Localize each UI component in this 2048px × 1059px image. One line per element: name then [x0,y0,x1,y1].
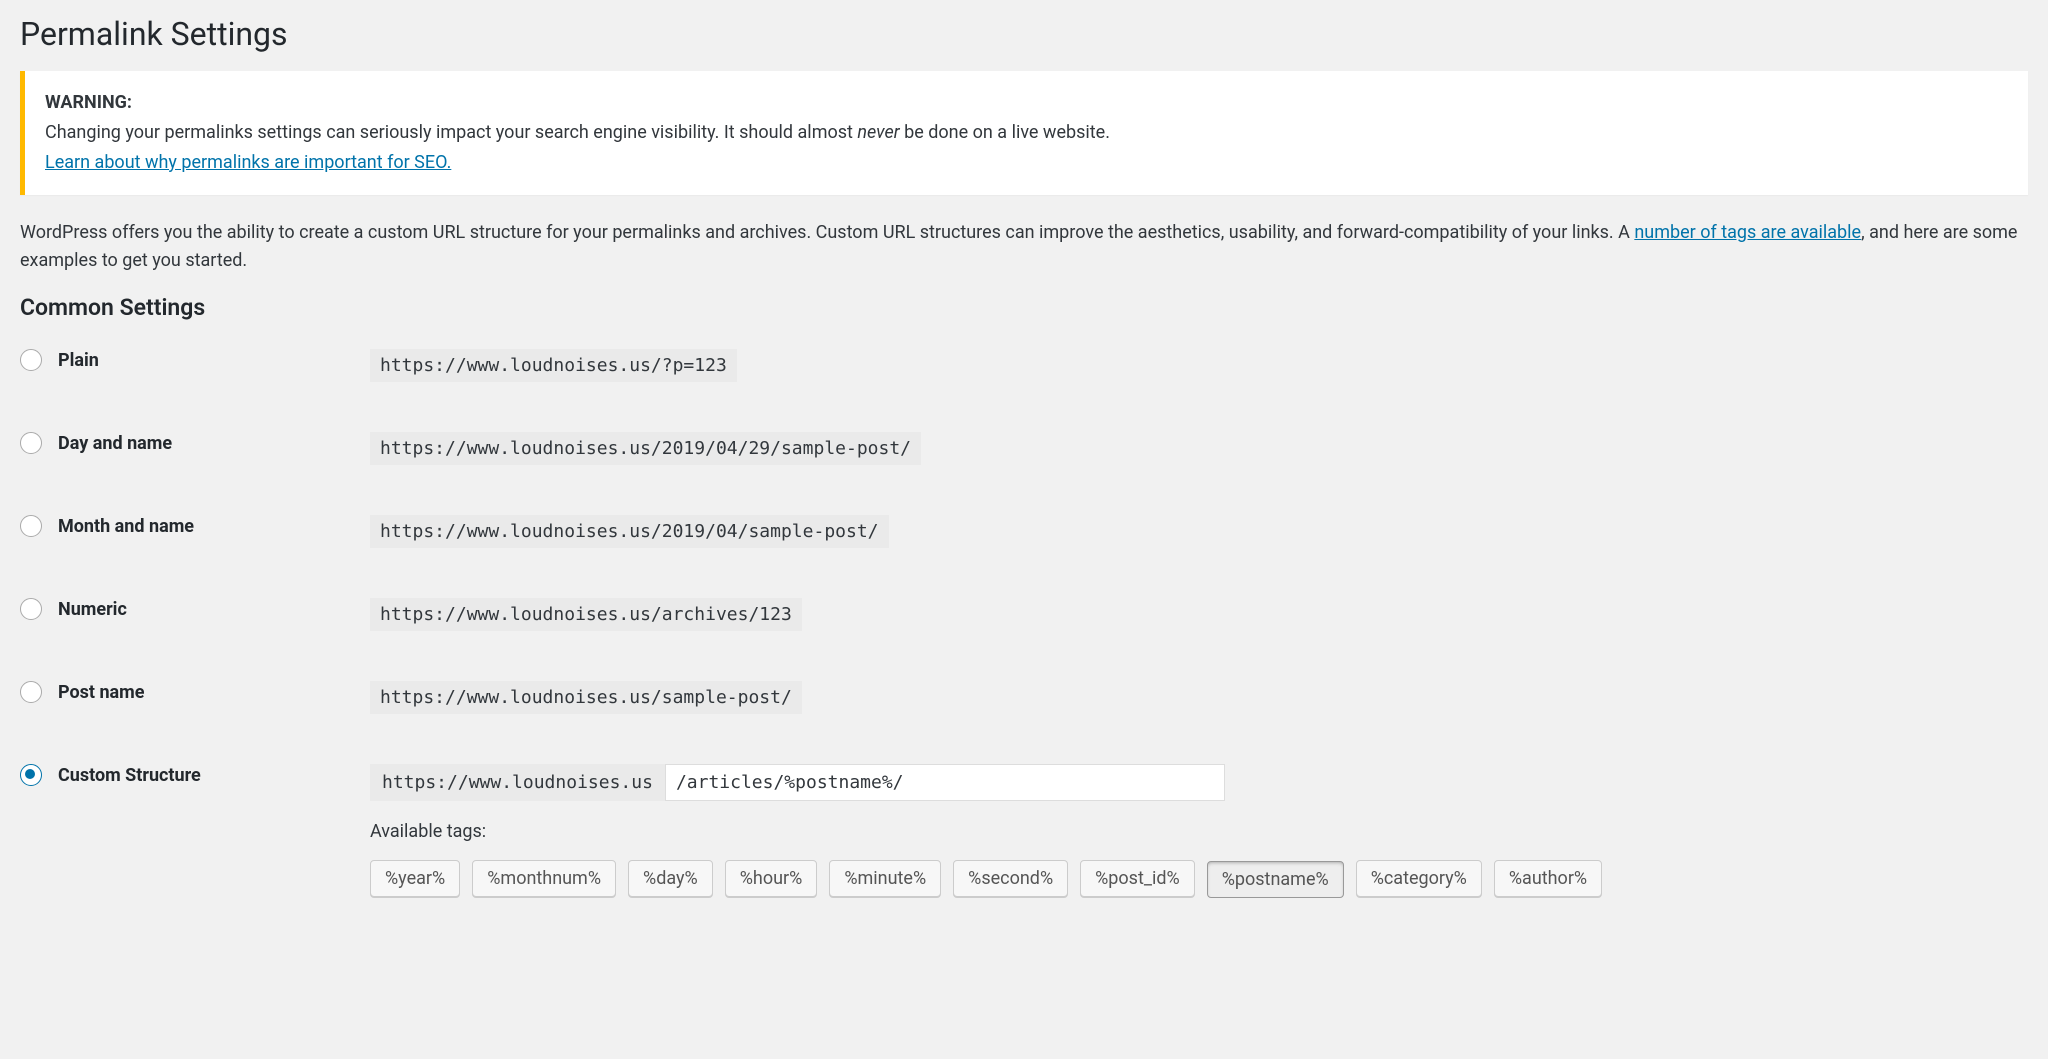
tag-button[interactable]: %second% [953,860,1068,897]
sample-url-plain: https://www.loudnoises.us/?p=123 [370,349,737,382]
option-row-post-name: Post name https://www.loudnoises.us/samp… [20,681,2028,714]
label-numeric[interactable]: Numeric [58,599,127,620]
radio-numeric[interactable] [20,598,42,620]
radio-month-name[interactable] [20,515,42,537]
warning-label: WARNING: [45,92,132,113]
option-row-numeric: Numeric https://www.loudnoises.us/archiv… [20,598,2028,631]
label-day-name[interactable]: Day and name [58,433,172,454]
tag-button[interactable]: %author% [1494,860,1602,897]
radio-custom[interactable] [20,764,42,786]
warning-seo-link[interactable]: Learn about why permalinks are important… [45,152,451,173]
sample-url-post-name: https://www.loudnoises.us/sample-post/ [370,681,802,714]
warning-text: Changing your permalinks settings can se… [45,119,2008,147]
sample-url-month-name: https://www.loudnoises.us/2019/04/sample… [370,515,889,548]
tag-button[interactable]: %hour% [725,860,818,897]
tag-button[interactable]: %monthnum% [472,860,616,897]
option-row-month-name: Month and name https://www.loudnoises.us… [20,515,2028,548]
tag-button[interactable]: %day% [628,860,713,897]
common-settings-heading: Common Settings [20,294,2028,321]
tag-button[interactable]: %postname% [1207,861,1344,898]
tag-button[interactable]: %category% [1356,860,1482,897]
option-row-plain: Plain https://www.loudnoises.us/?p=123 [20,349,2028,382]
tag-button[interactable]: %post_id% [1080,860,1195,897]
tag-button[interactable]: %minute% [829,860,941,897]
radio-day-name[interactable] [20,432,42,454]
warning-notice: WARNING: Changing your permalinks settin… [20,71,2028,195]
sample-url-numeric: https://www.loudnoises.us/archives/123 [370,598,802,631]
label-plain[interactable]: Plain [58,350,99,371]
label-custom[interactable]: Custom Structure [58,765,201,786]
radio-plain[interactable] [20,349,42,371]
custom-structure-input[interactable] [665,764,1225,801]
label-post-name[interactable]: Post name [58,682,145,703]
option-row-custom: Custom Structure https://www.loudnoises.… [20,764,2028,897]
page-title: Permalink Settings [20,15,2028,53]
sample-url-day-name: https://www.loudnoises.us/2019/04/29/sam… [370,432,921,465]
tag-buttons-row: %year% %monthnum% %day% %hour% %minute% %seco… [370,860,1602,897]
tags-available-link[interactable]: number of tags are available [1634,222,1861,243]
radio-post-name[interactable] [20,681,42,703]
available-tags-label: Available tags: [370,821,1602,842]
custom-base-url: https://www.loudnoises.us [370,764,665,801]
label-month-name[interactable]: Month and name [58,516,194,537]
option-row-day-name: Day and name https://www.loudnoises.us/2… [20,432,2028,465]
intro-text: WordPress offers you the ability to crea… [20,219,2028,275]
tag-button[interactable]: %year% [370,860,460,897]
